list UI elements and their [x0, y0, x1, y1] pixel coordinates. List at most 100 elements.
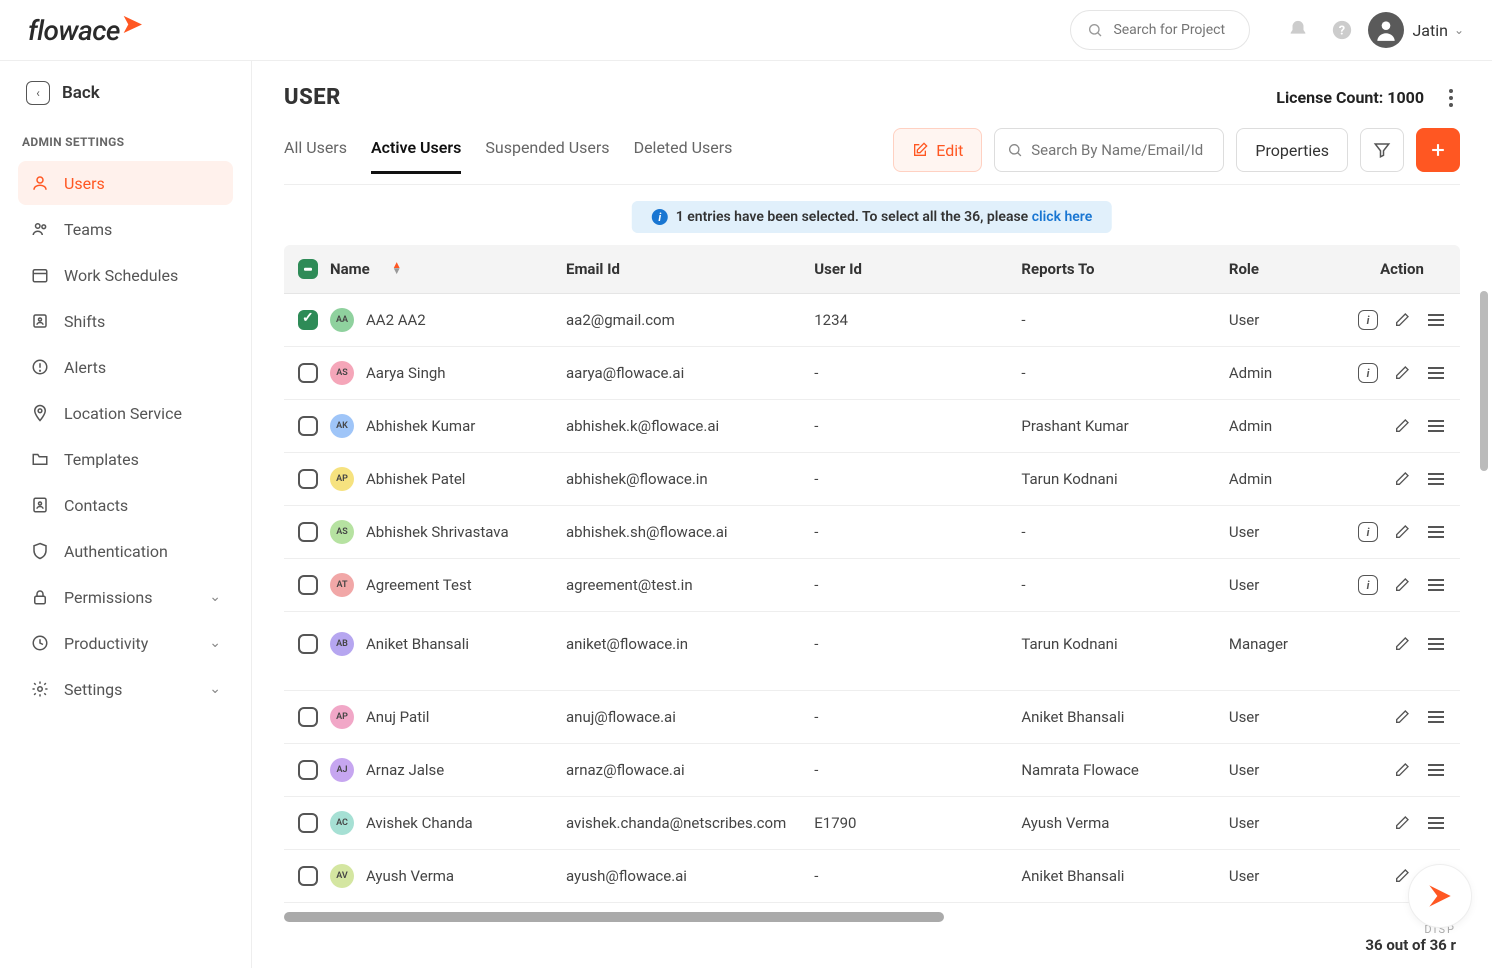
edit-row-icon[interactable]: [1392, 416, 1412, 436]
row-menu-icon[interactable]: [1426, 363, 1446, 383]
tab-deleted-users[interactable]: Deleted Users: [634, 138, 733, 174]
role-cell: User: [1215, 797, 1344, 850]
row-checkbox[interactable]: [298, 363, 318, 383]
role-cell: Manager: [1215, 612, 1344, 691]
sidebar-item-label: Contacts: [64, 496, 128, 515]
row-checkbox[interactable]: [298, 469, 318, 489]
sidebar-item-contacts[interactable]: Contacts: [18, 483, 233, 527]
row-checkbox[interactable]: [298, 760, 318, 780]
edit-row-icon[interactable]: [1392, 813, 1412, 833]
row-checkbox[interactable]: [298, 310, 318, 330]
reports-cell: -: [1007, 347, 1214, 400]
edit-row-icon[interactable]: [1392, 760, 1412, 780]
vertical-scrollbar[interactable]: [1480, 291, 1488, 471]
properties-button[interactable]: Properties: [1236, 128, 1348, 172]
chevron-down-icon[interactable]: ⌄: [1454, 23, 1464, 37]
tab-suspended-users[interactable]: Suspended Users: [485, 138, 609, 174]
sort-icon[interactable]: ▲▼: [392, 263, 402, 275]
chevron-down-icon: ⌄: [209, 681, 221, 697]
row-checkbox[interactable]: [298, 522, 318, 542]
edit-row-icon[interactable]: [1392, 866, 1412, 886]
reports-cell: -: [1007, 294, 1214, 347]
row-menu-icon[interactable]: [1426, 813, 1446, 833]
back-button[interactable]: ‹ Back: [18, 79, 233, 107]
row-menu-icon[interactable]: [1426, 522, 1446, 542]
email-cell: ayush@flowace.ai: [552, 850, 800, 903]
sidebar-item-teams[interactable]: Teams: [18, 207, 233, 251]
sidebar-item-settings[interactable]: Settings⌄: [18, 667, 233, 711]
edit-button[interactable]: Edit: [893, 128, 982, 172]
avatar[interactable]: [1368, 12, 1404, 48]
sidebar-item-label: Work Schedules: [64, 266, 178, 285]
row-menu-icon[interactable]: [1426, 634, 1446, 654]
col-role[interactable]: Role: [1215, 245, 1344, 294]
userid-cell: -: [800, 559, 1007, 612]
edit-row-icon[interactable]: [1392, 310, 1412, 330]
email-cell: abhishek.sh@flowace.ai: [552, 506, 800, 559]
search-project[interactable]: [1070, 10, 1250, 50]
col-reports[interactable]: Reports To: [1007, 245, 1214, 294]
info-icon[interactable]: i: [1358, 363, 1378, 383]
more-menu-icon[interactable]: [1442, 89, 1460, 107]
sidebar-item-templates[interactable]: Templates: [18, 437, 233, 481]
license-count: License Count: 1000: [1276, 88, 1424, 107]
sidebar-item-location-service[interactable]: Location Service: [18, 391, 233, 435]
role-cell: User: [1215, 559, 1344, 612]
horizontal-scrollbar[interactable]: [284, 912, 944, 922]
col-userid[interactable]: User Id: [800, 245, 1007, 294]
row-checkbox[interactable]: [298, 866, 318, 886]
edit-row-icon[interactable]: [1392, 634, 1412, 654]
folder-icon: [30, 449, 50, 469]
info-icon[interactable]: i: [1358, 522, 1378, 542]
row-checkbox[interactable]: [298, 416, 318, 436]
sidebar-item-shifts[interactable]: Shifts: [18, 299, 233, 343]
select-all-link[interactable]: click here: [1032, 209, 1093, 225]
role-cell: Admin: [1215, 400, 1344, 453]
tab-active-users[interactable]: Active Users: [371, 138, 461, 174]
notifications-icon[interactable]: [1280, 12, 1316, 48]
edit-row-icon[interactable]: [1392, 707, 1412, 727]
row-checkbox[interactable]: [298, 813, 318, 833]
edit-row-icon[interactable]: [1392, 363, 1412, 383]
row-menu-icon[interactable]: [1426, 469, 1446, 489]
table-row: AV Ayush Verma ayush@flowace.ai - Aniket…: [284, 850, 1460, 903]
filter-button[interactable]: [1360, 128, 1404, 172]
add-user-button[interactable]: [1416, 128, 1460, 172]
row-checkbox[interactable]: [298, 634, 318, 654]
sidebar-item-productivity[interactable]: Productivity⌄: [18, 621, 233, 665]
search-project-input[interactable]: [1113, 22, 1233, 38]
row-checkbox[interactable]: [298, 707, 318, 727]
select-all-checkbox[interactable]: [298, 259, 318, 279]
col-name[interactable]: Name ▲▼: [284, 245, 552, 294]
info-icon[interactable]: i: [1358, 575, 1378, 595]
sidebar-item-alerts[interactable]: Alerts: [18, 345, 233, 389]
edit-row-icon[interactable]: [1392, 575, 1412, 595]
location-icon: [30, 403, 50, 423]
sidebar-item-label: Shifts: [64, 312, 105, 331]
floating-logo[interactable]: [1408, 864, 1472, 928]
col-email[interactable]: Email Id: [552, 245, 800, 294]
row-checkbox[interactable]: [298, 575, 318, 595]
row-menu-icon[interactable]: [1426, 310, 1446, 330]
row-menu-icon[interactable]: [1426, 707, 1446, 727]
userid-cell: -: [800, 400, 1007, 453]
tab-all-users[interactable]: All Users: [284, 138, 347, 174]
help-icon[interactable]: ?: [1324, 12, 1360, 48]
row-menu-icon[interactable]: [1426, 416, 1446, 436]
sidebar-item-permissions[interactable]: Permissions⌄: [18, 575, 233, 619]
sidebar-item-users[interactable]: Users: [18, 161, 233, 205]
search-users[interactable]: [994, 128, 1224, 172]
info-icon[interactable]: i: [1358, 310, 1378, 330]
sidebar-item-authentication[interactable]: Authentication: [18, 529, 233, 573]
edit-label: Edit: [936, 141, 963, 160]
chart-icon: [30, 633, 50, 653]
edit-row-icon[interactable]: [1392, 469, 1412, 489]
search-icon: [1007, 141, 1023, 159]
header: flowace ➤ ? Jatin ⌄: [0, 0, 1492, 61]
sidebar-item-work-schedules[interactable]: Work Schedules: [18, 253, 233, 297]
search-users-input[interactable]: [1031, 141, 1211, 159]
edit-row-icon[interactable]: [1392, 522, 1412, 542]
row-menu-icon[interactable]: [1426, 760, 1446, 780]
banner-text: 1 entries have been selected. To select …: [676, 209, 1032, 225]
row-menu-icon[interactable]: [1426, 575, 1446, 595]
